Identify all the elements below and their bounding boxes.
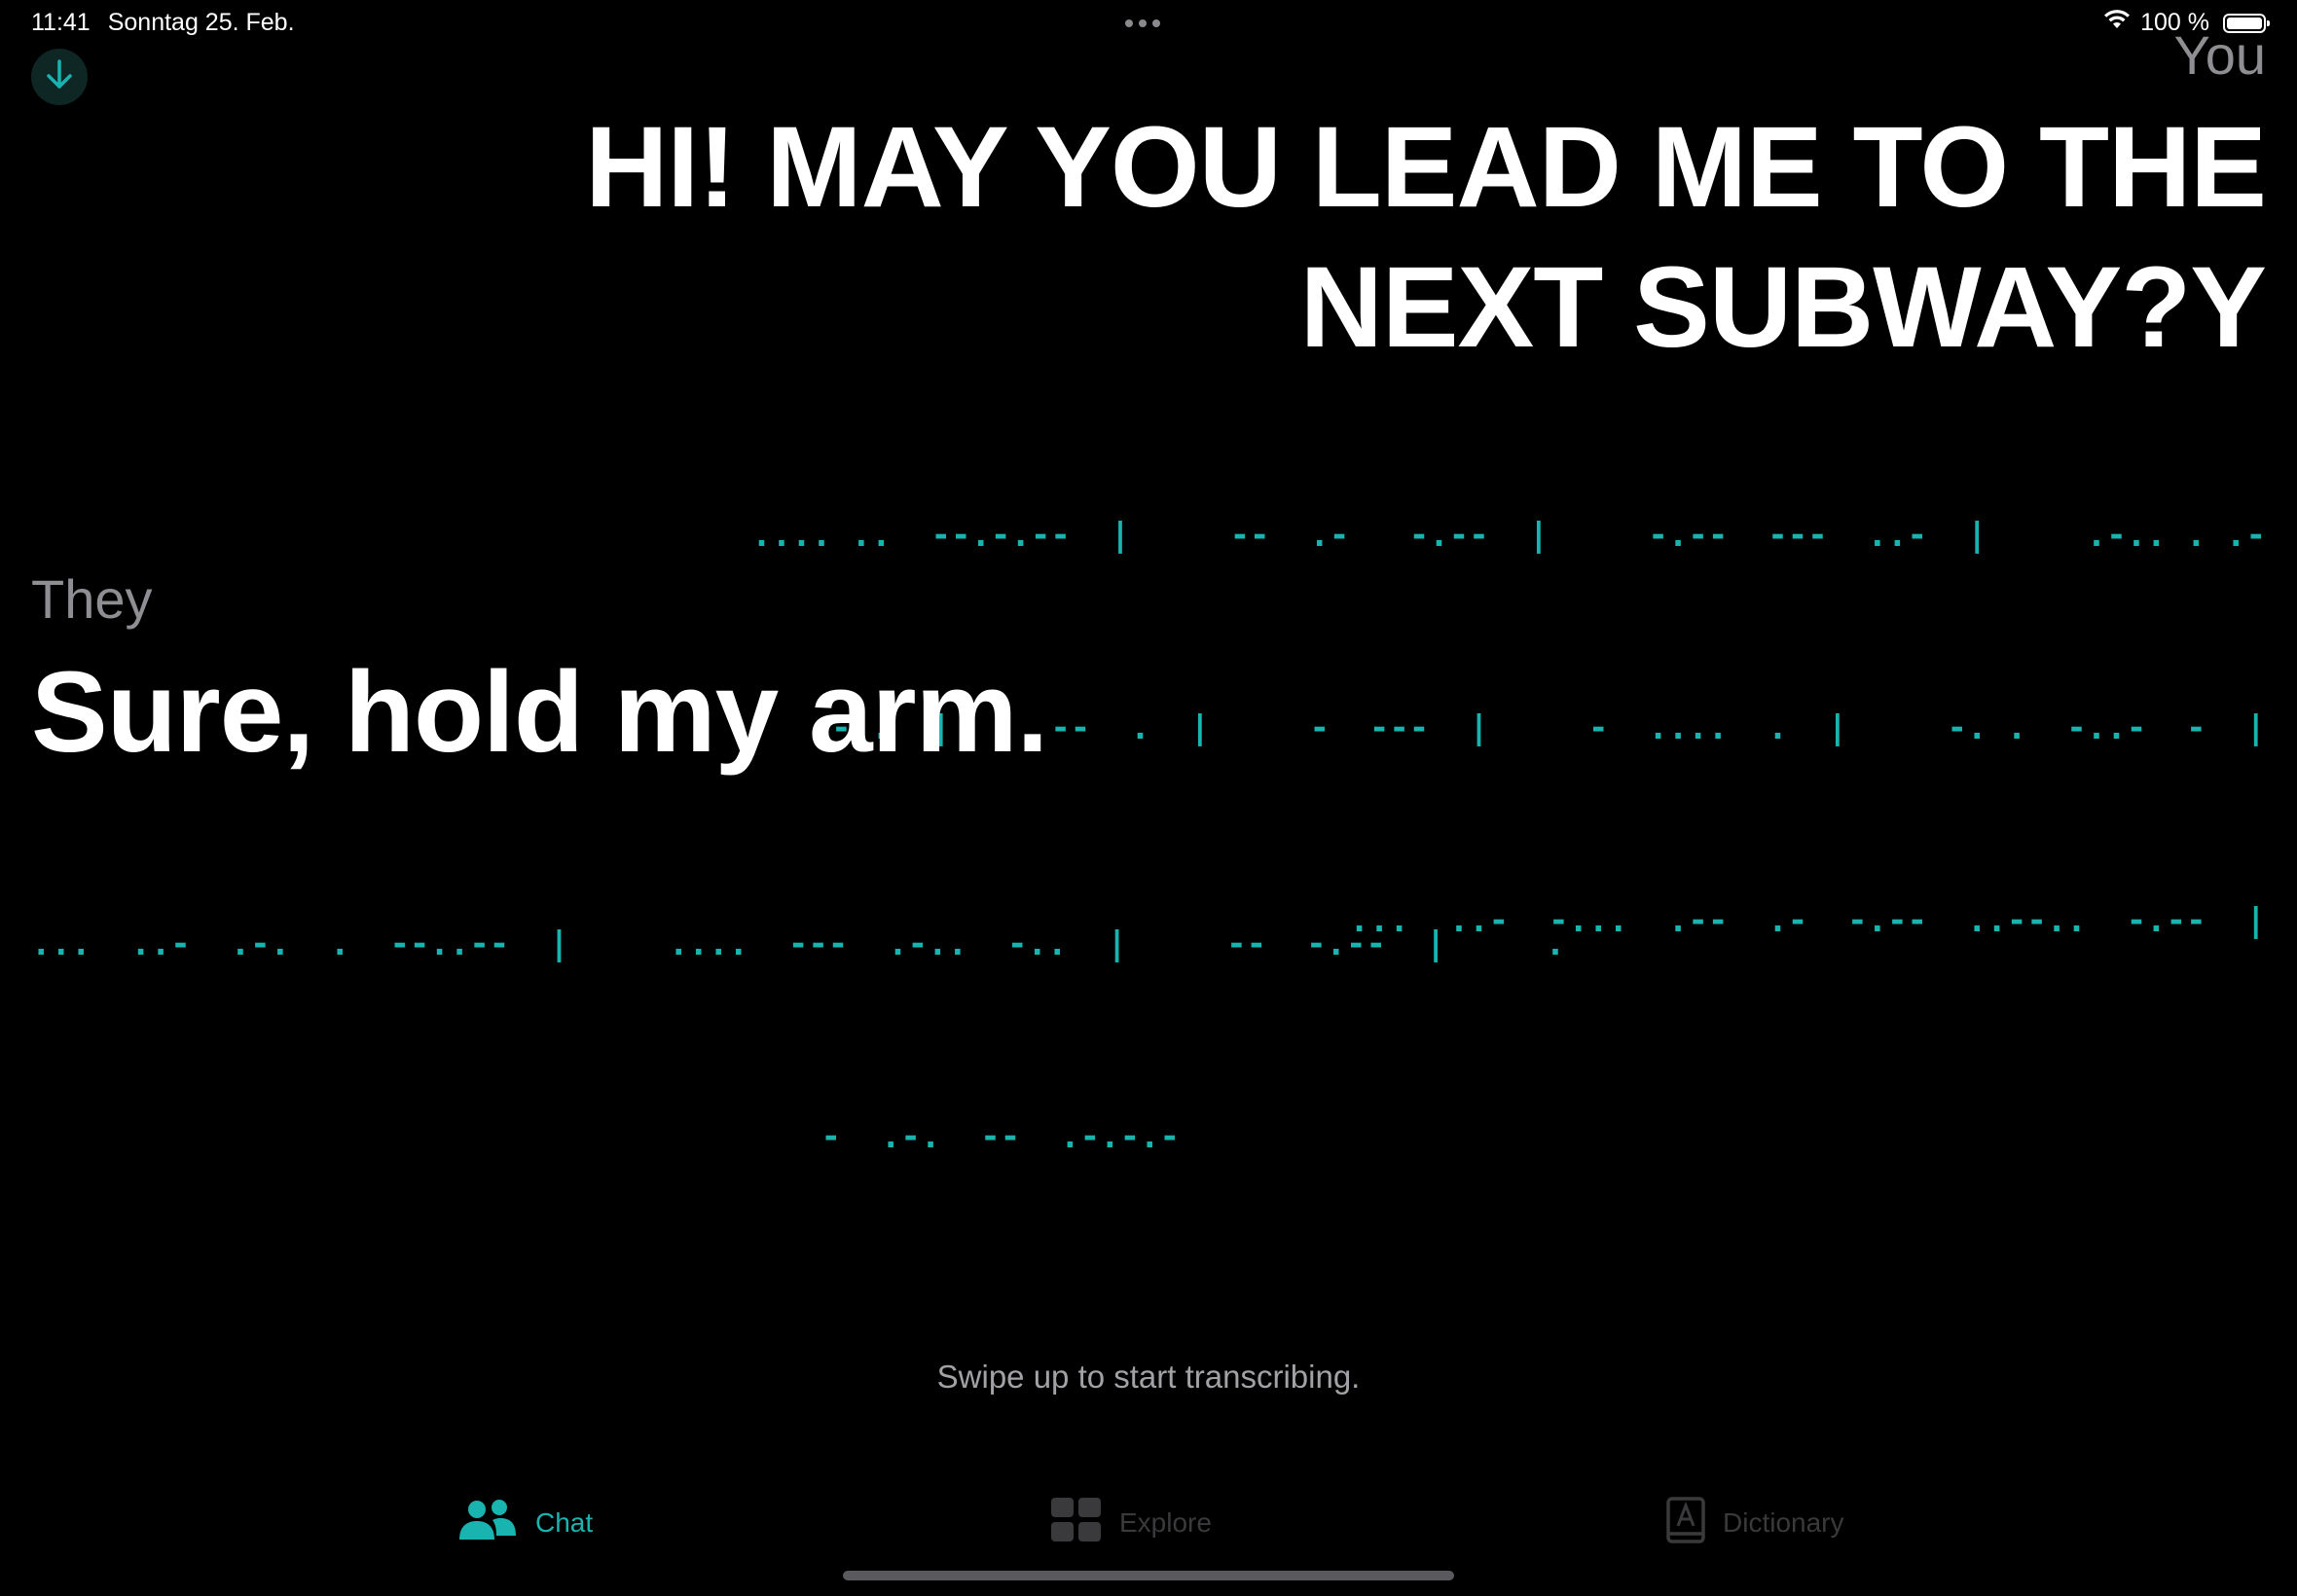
tab-bar: Chat Explore Dictionary	[0, 1489, 2297, 1557]
tab-chat[interactable]: Chat	[457, 1489, 593, 1557]
you-speaker-label: You	[2173, 24, 2267, 86]
status-time: 11:41	[31, 9, 91, 36]
arrow-down-icon	[44, 58, 75, 96]
people-icon	[457, 1499, 518, 1548]
scroll-down-button[interactable]	[31, 49, 88, 105]
they-morse-code: ... ..- .-. . --..-- | .... --- .-.. -..…	[31, 783, 1566, 1233]
they-message-text: Sure, hold my arm.	[31, 648, 1048, 777]
grid-icon	[1051, 1497, 1102, 1549]
tab-explore[interactable]: Explore	[1051, 1489, 1212, 1557]
morse-line: - .-. -- .-.-.-	[820, 1117, 1180, 1156]
tab-dictionary[interactable]: Dictionary	[1666, 1489, 1843, 1557]
status-time-date: 11:41 Sonntag 25. Feb.	[31, 9, 295, 37]
book-icon	[1666, 1496, 1705, 1550]
they-speaker-label: They	[31, 568, 153, 630]
tab-chat-label: Chat	[535, 1507, 594, 1538]
you-message-text: HI! MAY YOU LEAD ME TO THE NEXT SUBWAY?Y	[585, 103, 2267, 372]
tab-dictionary-label: Dictionary	[1723, 1507, 1844, 1538]
wifi-icon	[2103, 9, 2131, 37]
morse-line: .... .. --.-.-- | -- .- -.-- | -.-- --- …	[751, 516, 2266, 555]
status-bar: 11:41 Sonntag 25. Feb. 100 %	[0, 0, 2297, 49]
status-date: Sonntag 25. Feb.	[107, 9, 295, 36]
home-indicator[interactable]	[843, 1571, 1454, 1580]
transcribe-hint: Swipe up to start transcribing.	[936, 1359, 1361, 1395]
morse-line: ... ..- .-. . --..-- | .... --- .-.. -..…	[31, 925, 1566, 963]
tab-explore-label: Explore	[1119, 1507, 1212, 1538]
more-dots-icon[interactable]	[1125, 19, 1160, 27]
